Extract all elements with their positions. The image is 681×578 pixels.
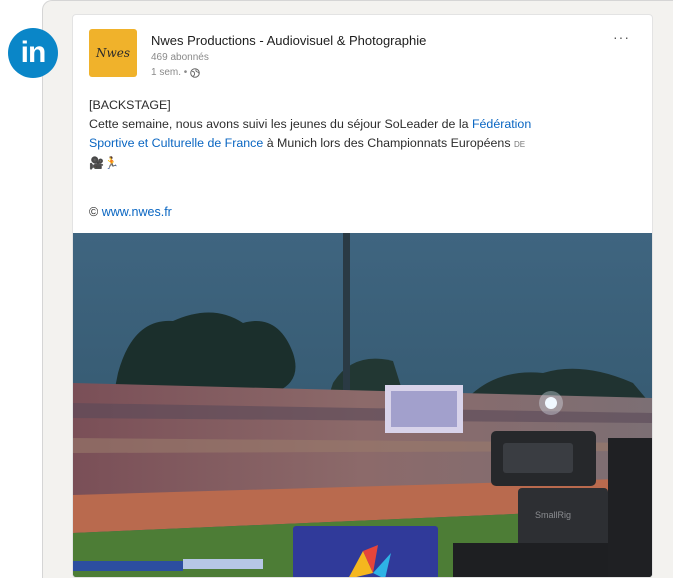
- follower-count: 469 abonnés: [151, 52, 209, 63]
- post-text-part-2: à Munich lors des Championnats Européens: [263, 136, 511, 150]
- author-avatar-text: Nwes: [95, 46, 131, 60]
- author-name[interactable]: Nwes Productions - Audiovisuel & Photogr…: [151, 33, 426, 48]
- see-more-button[interactable]: DE: [514, 140, 525, 149]
- stadium-photo: SmallRig: [73, 233, 652, 577]
- post-tag: [BACKSTAGE]: [89, 98, 171, 112]
- post-text-part: Cette semaine, nous avons suivi les jeun…: [89, 117, 472, 131]
- post-time: 1 sem. •: [151, 67, 188, 78]
- camera-brand-label: SmallRig: [535, 510, 571, 520]
- linkedin-logo-text: in: [20, 36, 47, 69]
- mention-link[interactable]: Fédération: [472, 117, 531, 131]
- website-link[interactable]: www.nwes.fr: [102, 205, 172, 219]
- post-card: Nwes Nwes Productions - Audiovisuel & Ph…: [72, 14, 653, 578]
- globe-icon: [190, 67, 201, 78]
- website-line: © www.nwes.fr: [89, 205, 172, 219]
- post-meta: 1 sem. •: [151, 67, 201, 78]
- linkedin-logo-icon: in: [8, 28, 58, 78]
- post-paragraph: Cette semaine, nous avons suivi les jeun…: [89, 115, 649, 154]
- mention-link-cont[interactable]: Sportive et Culturelle de France: [89, 136, 263, 150]
- author-avatar[interactable]: Nwes: [89, 29, 137, 77]
- more-options-button[interactable]: ···: [613, 29, 630, 45]
- copyright-symbol: ©: [89, 205, 102, 219]
- post-emojis: 🎥🏃: [89, 156, 119, 170]
- post-body: [BACKSTAGE] Cette semaine, nous avons su…: [89, 96, 649, 173]
- post-image[interactable]: SmallRig: [73, 233, 652, 577]
